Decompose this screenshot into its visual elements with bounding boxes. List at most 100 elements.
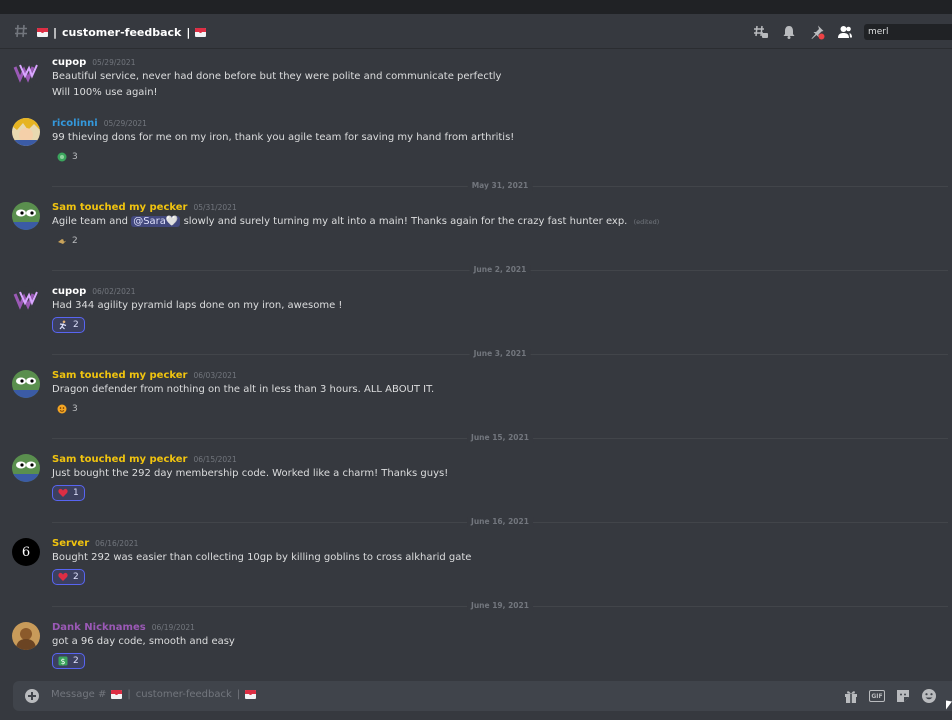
- date-divider-label: June 15, 2021: [467, 433, 533, 443]
- message-text: Just bought the 292 day membership code.…: [52, 468, 449, 479]
- purple-w-avatar-icon: [12, 286, 40, 314]
- message-text-segment: slowly and surely turning my alt into a …: [183, 216, 628, 227]
- message-text: Bought 292 was easier than collecting 10…: [52, 552, 472, 563]
- channel-separator: |: [236, 689, 241, 700]
- message-timestamp: 06/02/2021: [92, 287, 136, 296]
- message-text: Agile team and @Sara🤍 slowly and surely …: [52, 216, 659, 227]
- window-top-strip: [0, 0, 952, 14]
- reaction-count: 2: [73, 320, 79, 330]
- sticker-icon[interactable]: [895, 688, 911, 704]
- message-timestamp: 06/16/2021: [95, 539, 139, 548]
- envelope-icon: [245, 690, 257, 699]
- avatar[interactable]: 6: [12, 538, 40, 566]
- envelope-icon: [111, 690, 123, 699]
- date-divider: June 19, 2021: [52, 601, 948, 611]
- reaction-button[interactable]: $ 2: [52, 653, 85, 669]
- header-toolbar: [753, 23, 853, 41]
- notification-bell-icon[interactable]: [781, 24, 797, 40]
- message-text: 99 thieving dons for me on my iron, than…: [52, 132, 515, 143]
- message-author[interactable]: Sam touched my pecker: [52, 202, 187, 213]
- channel-name-label: customer-feedback: [62, 25, 182, 39]
- date-divider: June 3, 2021: [52, 349, 948, 359]
- message-author[interactable]: Sam touched my pecker: [52, 454, 187, 465]
- svg-text:$: $: [61, 657, 66, 666]
- message-author[interactable]: Sam touched my pecker: [52, 370, 187, 381]
- pepe-avatar-icon: [12, 202, 40, 230]
- reaction-count: 3: [72, 404, 78, 414]
- character-portrait-avatar-icon: [12, 622, 40, 650]
- date-divider: June 2, 2021: [52, 265, 948, 275]
- green-circle-emoji-icon: [57, 152, 67, 162]
- anime-character-avatar-icon: [12, 118, 40, 146]
- message-timestamp: 05/29/2021: [92, 58, 136, 67]
- message-list: cupop 05/29/2021 Beautiful service, neve…: [0, 49, 952, 679]
- purple-w-avatar-icon: [12, 59, 40, 87]
- placeholder-prefix: Message #: [51, 689, 107, 700]
- composer-toolbar: GIF: [843, 688, 937, 704]
- reaction-count: 2: [72, 236, 78, 246]
- gift-icon[interactable]: [843, 688, 859, 704]
- message-text: Beautiful service, never had done before…: [52, 71, 502, 82]
- reaction-button[interactable]: 3: [52, 401, 83, 417]
- date-divider: June 16, 2021: [52, 517, 948, 527]
- channel-separator: |: [186, 25, 191, 39]
- user-mention[interactable]: @Sara🤍: [131, 216, 181, 227]
- reaction-button[interactable]: 2: [52, 569, 85, 585]
- gif-picker-button[interactable]: GIF: [869, 690, 885, 702]
- avatar[interactable]: [12, 286, 40, 314]
- message-timestamp: 06/15/2021: [193, 455, 237, 464]
- reaction-button[interactable]: 2: [52, 317, 85, 333]
- message-author[interactable]: cupop: [52, 57, 86, 68]
- threads-icon[interactable]: [753, 24, 769, 40]
- message-timestamp: 05/31/2021: [193, 203, 237, 212]
- date-divider-label: June 19, 2021: [467, 601, 533, 611]
- message-text: Dragon defender from nothing on the alt …: [52, 384, 435, 395]
- pepe-avatar-icon: [12, 370, 40, 398]
- bird-emoji-icon: [58, 239, 66, 244]
- reaction-button[interactable]: 2: [52, 233, 83, 249]
- avatar[interactable]: [12, 370, 40, 398]
- upload-plus-button[interactable]: [25, 689, 39, 703]
- message-author[interactable]: Dank Nicknames: [52, 622, 146, 633]
- date-divider-label: May 31, 2021: [467, 181, 533, 191]
- channel-header: | customer-feedback | merl: [0, 14, 952, 49]
- pepe-avatar-icon: [12, 454, 40, 482]
- reaction-count: 2: [73, 656, 79, 666]
- message-composer[interactable]: Message # | customer-feedback | GIF: [13, 681, 952, 711]
- mouse-cursor: [946, 700, 952, 711]
- server-avatar-text: 6: [21, 544, 31, 560]
- message-author[interactable]: ricolinni: [52, 118, 98, 129]
- message-timestamp: 06/19/2021: [151, 623, 195, 632]
- avatar[interactable]: [12, 454, 40, 482]
- message-input[interactable]: Message # | customer-feedback |: [51, 689, 257, 700]
- reaction-count: 3: [72, 152, 78, 162]
- message-text: Had 344 agility pyramid laps done on my …: [52, 300, 343, 311]
- date-divider: May 31, 2021: [52, 181, 948, 191]
- reaction-count: 1: [73, 488, 79, 498]
- date-divider-label: June 3, 2021: [469, 349, 531, 359]
- reaction-count: 2: [73, 572, 79, 582]
- channel-title: | customer-feedback |: [37, 23, 207, 41]
- pinned-messages-icon[interactable]: [809, 24, 825, 40]
- search-input[interactable]: merl: [864, 24, 952, 40]
- fire-face-emoji-icon: [57, 404, 67, 414]
- envelope-icon: [37, 27, 48, 37]
- avatar[interactable]: [12, 59, 40, 87]
- avatar[interactable]: [12, 622, 40, 650]
- reaction-button[interactable]: 3: [52, 149, 83, 165]
- date-divider: June 15, 2021: [52, 433, 948, 443]
- date-divider-label: June 2, 2021: [469, 265, 531, 275]
- placeholder-channel: customer-feedback: [135, 689, 232, 700]
- message-text: Will 100% use again!: [52, 87, 158, 98]
- heart-emoji-icon: [58, 488, 68, 497]
- edited-marker: (edited): [633, 218, 660, 226]
- member-list-icon[interactable]: [837, 24, 853, 40]
- avatar[interactable]: [12, 118, 40, 146]
- reaction-button[interactable]: 1: [52, 485, 85, 501]
- message-timestamp: 05/29/2021: [103, 119, 147, 128]
- avatar[interactable]: [12, 202, 40, 230]
- message-author[interactable]: Server: [52, 538, 89, 549]
- emoji-picker-icon[interactable]: [921, 688, 937, 704]
- message-author[interactable]: cupop: [52, 286, 86, 297]
- envelope-icon: [195, 27, 207, 37]
